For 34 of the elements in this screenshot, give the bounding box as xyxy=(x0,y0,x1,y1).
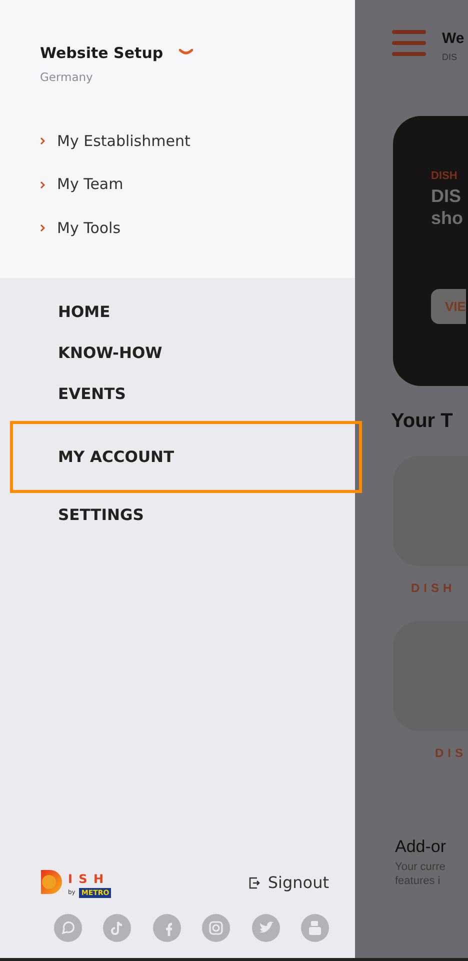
music-note-icon[interactable] xyxy=(103,914,132,942)
menu-item[interactable]: KNOW-HOW xyxy=(10,333,362,374)
logo-text: I S H xyxy=(68,870,106,888)
menu-item[interactable]: HOME xyxy=(10,292,362,334)
site-title[interactable]: Website Setup xyxy=(40,42,164,64)
menu-item[interactable]: SETTINGS xyxy=(10,495,362,536)
tile-label: DISH xyxy=(411,580,457,597)
chevron-right-icon xyxy=(40,180,45,188)
instagram-icon[interactable] xyxy=(202,914,230,942)
banner-headline: sho xyxy=(431,206,464,228)
chevron-right-icon xyxy=(40,224,45,232)
section-title: Your T xyxy=(391,409,454,434)
page-title: We xyxy=(442,29,464,49)
tile-label: DIS xyxy=(435,745,468,762)
facebook-icon[interactable] xyxy=(152,914,181,942)
addons-title: Add-or xyxy=(395,836,448,858)
chevron-right-icon xyxy=(40,137,45,145)
bird-icon[interactable] xyxy=(252,914,280,942)
submenu-item[interactable]: My Tools xyxy=(57,216,121,240)
chevron-down-icon[interactable] xyxy=(179,49,194,58)
whatsapp-icon[interactable] xyxy=(54,914,82,942)
youtube-icon[interactable] xyxy=(300,914,329,942)
site-subtitle: Germany xyxy=(40,68,94,86)
banner-tag: DISH xyxy=(431,168,468,184)
signout-link[interactable]: Signout xyxy=(268,870,329,895)
logo-mark-icon xyxy=(40,868,64,896)
menu-item[interactable]: EVENTS xyxy=(10,374,362,416)
menu-icon[interactable] xyxy=(392,28,426,58)
page-subtitle: DIS xyxy=(442,50,458,64)
logout-icon[interactable] xyxy=(248,876,260,889)
menu-item[interactable]: MY ACCOUNT xyxy=(10,421,362,494)
banner-headline: DIS xyxy=(431,184,462,206)
submenu-item[interactable]: My Establishment xyxy=(57,130,190,152)
submenu-item[interactable]: My Team xyxy=(57,173,124,196)
